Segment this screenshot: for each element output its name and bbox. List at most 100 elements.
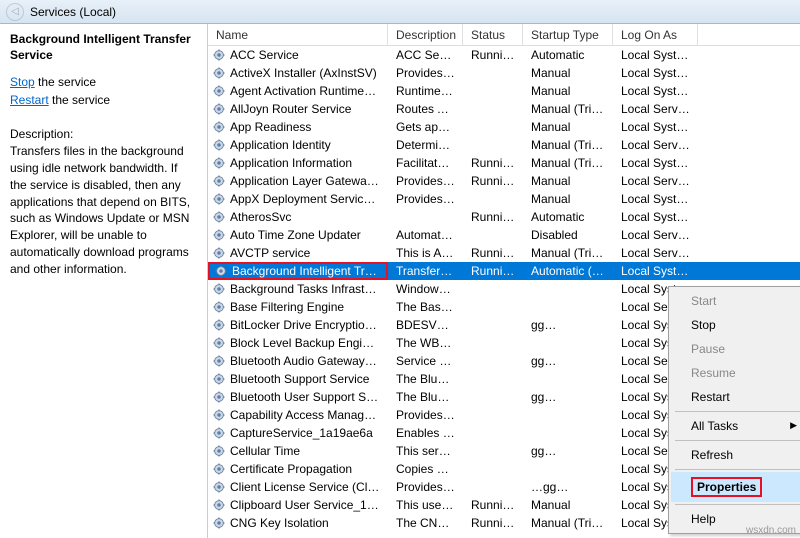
gear-icon bbox=[212, 300, 226, 314]
service-name: Capability Access Manager S… bbox=[230, 408, 380, 422]
table-row[interactable]: Auto Time Zone UpdaterAutomaticall…Disab… bbox=[208, 226, 800, 244]
gear-icon bbox=[212, 354, 226, 368]
menu-stop[interactable]: Stop bbox=[671, 313, 800, 337]
service-name: AppX Deployment Service (A… bbox=[230, 192, 380, 206]
service-name: AVCTP service bbox=[230, 246, 310, 260]
gear-icon bbox=[212, 66, 226, 80]
header-logon[interactable]: Log On As bbox=[613, 24, 698, 45]
menu-separator bbox=[675, 440, 800, 441]
back-icon: ◁ bbox=[6, 3, 24, 21]
menu-refresh[interactable]: Refresh bbox=[671, 443, 800, 467]
service-name: Background Intelligent Tran… bbox=[232, 264, 378, 278]
gear-icon bbox=[212, 138, 226, 152]
table-row[interactable]: Application InformationFacilitates th…Ru… bbox=[208, 154, 800, 172]
header-name[interactable]: Name bbox=[208, 24, 388, 45]
menu-pause[interactable]: Pause bbox=[671, 337, 800, 361]
gear-icon bbox=[212, 228, 226, 242]
service-name: Application Layer Gateway S… bbox=[230, 174, 380, 188]
gear-icon bbox=[212, 282, 226, 296]
service-name: Bluetooth Audio Gateway Se… bbox=[230, 354, 380, 368]
right-pane: Name Description Status Startup Type Log… bbox=[208, 24, 800, 538]
gear-icon bbox=[214, 264, 228, 278]
table-row[interactable]: ActiveX Installer (AxInstSV)Provides Use… bbox=[208, 64, 800, 82]
gear-icon bbox=[212, 516, 226, 530]
selected-service-heading: Background Intelligent Transfer Service bbox=[10, 32, 197, 63]
main-area: Background Intelligent Transfer Service … bbox=[0, 24, 800, 538]
service-name: AllJoyn Router Service bbox=[230, 102, 351, 116]
service-name: CaptureService_1a19ae6a bbox=[230, 426, 373, 440]
gear-icon bbox=[212, 444, 226, 458]
description-text: Transfers files in the background using … bbox=[10, 143, 197, 277]
gear-icon bbox=[212, 48, 226, 62]
gear-icon bbox=[212, 318, 226, 332]
gear-icon bbox=[212, 246, 226, 260]
service-name: Cellular Time bbox=[230, 444, 300, 458]
titlebar-title: Services (Local) bbox=[30, 5, 116, 19]
table-row[interactable]: Background Intelligent Tran…Transfers fi… bbox=[208, 262, 800, 280]
table-row[interactable]: Application Layer Gateway S…Provides sup… bbox=[208, 172, 800, 190]
service-name: Bluetooth User Support Serv… bbox=[230, 390, 380, 404]
menu-all-tasks[interactable]: All Tasks▶ bbox=[671, 414, 800, 438]
gear-icon bbox=[212, 84, 226, 98]
titlebar: ◁ Services (Local) bbox=[0, 0, 800, 24]
table-row[interactable]: Application IdentityDetermines …Manual (… bbox=[208, 136, 800, 154]
restart-link[interactable]: Restart bbox=[10, 93, 49, 107]
service-name: Base Filtering Engine bbox=[230, 300, 344, 314]
service-name: ActiveX Installer (AxInstSV) bbox=[230, 66, 377, 80]
gear-icon bbox=[212, 120, 226, 134]
table-row[interactable]: AppX Deployment Service (A…Provides infr… bbox=[208, 190, 800, 208]
header-startup[interactable]: Startup Type bbox=[523, 24, 613, 45]
service-name: Background Tasks Infrastruc… bbox=[230, 282, 380, 296]
service-name: Block Level Backup Engine S… bbox=[230, 336, 380, 350]
table-row[interactable]: AtherosSvcRunningAutomaticLocal System bbox=[208, 208, 800, 226]
menu-separator bbox=[675, 504, 800, 505]
menu-resume[interactable]: Resume bbox=[671, 361, 800, 385]
service-actions: Stop the service Restart the service bbox=[10, 73, 197, 109]
gear-icon bbox=[212, 156, 226, 170]
service-name: BitLocker Drive Encryption S… bbox=[230, 318, 380, 332]
service-name: CNG Key Isolation bbox=[230, 516, 329, 530]
gear-icon bbox=[212, 174, 226, 188]
context-menu: Start Stop Pause Resume Restart All Task… bbox=[668, 286, 800, 534]
watermark: wsxdn.com bbox=[746, 525, 796, 536]
table-row[interactable]: AVCTP serviceThis is Audio…RunningManual… bbox=[208, 244, 800, 262]
service-name: Application Information bbox=[230, 156, 352, 170]
gear-icon bbox=[212, 480, 226, 494]
gear-icon bbox=[212, 390, 226, 404]
table-row[interactable]: ACC ServiceACC ServiceRunningAutomaticLo… bbox=[208, 46, 800, 64]
gear-icon bbox=[212, 192, 226, 206]
menu-properties[interactable]: Properties bbox=[671, 472, 800, 502]
stop-link[interactable]: Stop bbox=[10, 75, 35, 89]
header-description[interactable]: Description bbox=[388, 24, 463, 45]
service-name: Certificate Propagation bbox=[230, 462, 352, 476]
gear-icon bbox=[212, 498, 226, 512]
gear-icon bbox=[212, 102, 226, 116]
service-name: Bluetooth Support Service bbox=[230, 372, 369, 386]
menu-start[interactable]: Start bbox=[671, 289, 800, 313]
table-row[interactable]: Agent Activation Runtime_1…Runtime for …… bbox=[208, 82, 800, 100]
gear-icon bbox=[212, 336, 226, 350]
table-row[interactable]: App ReadinessGets apps re…ManualLocal Sy… bbox=[208, 118, 800, 136]
gear-icon bbox=[212, 408, 226, 422]
service-name: ACC Service bbox=[230, 48, 299, 62]
gear-icon bbox=[212, 210, 226, 224]
table-row[interactable]: AllJoyn Router ServiceRoutes AllJo…Manua… bbox=[208, 100, 800, 118]
service-name: Agent Activation Runtime_1… bbox=[230, 84, 380, 98]
service-name: Clipboard User Service_1a19… bbox=[230, 498, 380, 512]
service-name: Client License Service (ClipSV… bbox=[230, 480, 380, 494]
menu-separator bbox=[675, 411, 800, 412]
menu-separator bbox=[675, 469, 800, 470]
service-name: App Readiness bbox=[230, 120, 311, 134]
gear-icon bbox=[212, 426, 226, 440]
service-name: AtherosSvc bbox=[230, 210, 291, 224]
gear-icon bbox=[212, 462, 226, 476]
gear-icon bbox=[212, 372, 226, 386]
submenu-arrow-icon: ▶ bbox=[790, 420, 797, 431]
left-pane: Background Intelligent Transfer Service … bbox=[0, 24, 208, 538]
service-name: Auto Time Zone Updater bbox=[230, 228, 361, 242]
column-headers: Name Description Status Startup Type Log… bbox=[208, 24, 800, 46]
menu-restart[interactable]: Restart bbox=[671, 385, 800, 409]
service-name: Application Identity bbox=[230, 138, 331, 152]
header-status[interactable]: Status bbox=[463, 24, 523, 45]
description-label: Description: bbox=[10, 127, 197, 141]
